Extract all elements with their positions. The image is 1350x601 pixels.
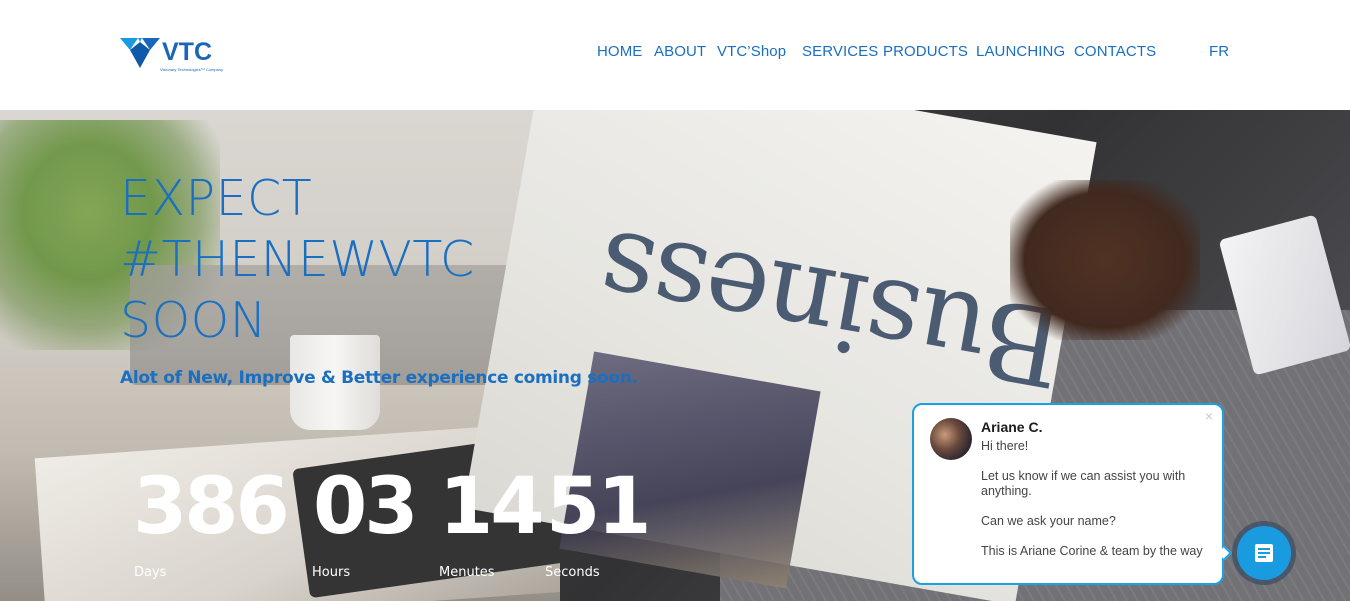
countdown-minutes-label: Menutes [439,565,495,580]
nav-launching[interactable]: LAUNCHING [976,43,1065,60]
chat-lines-icon [1255,544,1273,562]
site-header: VTC Visionary Technologies™ Company HOME… [0,0,1350,110]
nav-about[interactable]: ABOUT [654,43,706,60]
agent-name: Ariane C. [981,419,1043,435]
chat-launcher-button[interactable] [1232,521,1296,585]
countdown-seconds-label: Seconds [545,565,600,580]
headline-line-2: #THENEWVTC [120,231,475,288]
countdown-hours: 03 [313,462,419,552]
nav-contacts[interactable]: CONTACTS [1074,43,1156,60]
headline-line-3: SOON [120,292,267,349]
main-nav: HOME ABOUT VTC’Shop SERVICES PRODUCTS LA… [0,43,1350,63]
countdown-hours-label: Hours [312,565,351,580]
nav-home[interactable]: HOME [597,43,642,60]
chat-message: Let us know if we can assist you with an… [981,469,1186,498]
chat-launcher-inner [1237,526,1291,580]
hero-headline: EXPECT #THENEWVTC SOON [120,168,540,351]
nav-products[interactable]: PRODUCTS [883,43,968,60]
logo-tagline: Visionary Technologies™ Company [160,67,223,72]
chat-popup[interactable]: × Ariane C. Hi there! Let us know if we … [912,403,1224,585]
chat-message: Can we ask your name? [981,514,1116,528]
nav-vtc-shop[interactable]: VTC’Shop [717,43,786,60]
headline-line-1: EXPECT [120,170,313,227]
agent-avatar [930,418,972,460]
countdown-seconds: 51 [546,462,652,552]
chat-message: Hi there! [981,439,1029,453]
chat-message: This is Ariane Corine & team by the way [981,544,1203,558]
countdown-days: 386 [133,462,290,552]
countdown-minutes: 14 [439,462,545,552]
hero-subheadline: Alot of New, Improve & Better experience… [120,368,638,388]
close-icon[interactable]: × [1205,409,1213,423]
countdown-days-label: Days [134,565,167,580]
nav-services[interactable]: SERVICES [802,43,878,60]
language-switch[interactable]: FR [1209,43,1229,60]
